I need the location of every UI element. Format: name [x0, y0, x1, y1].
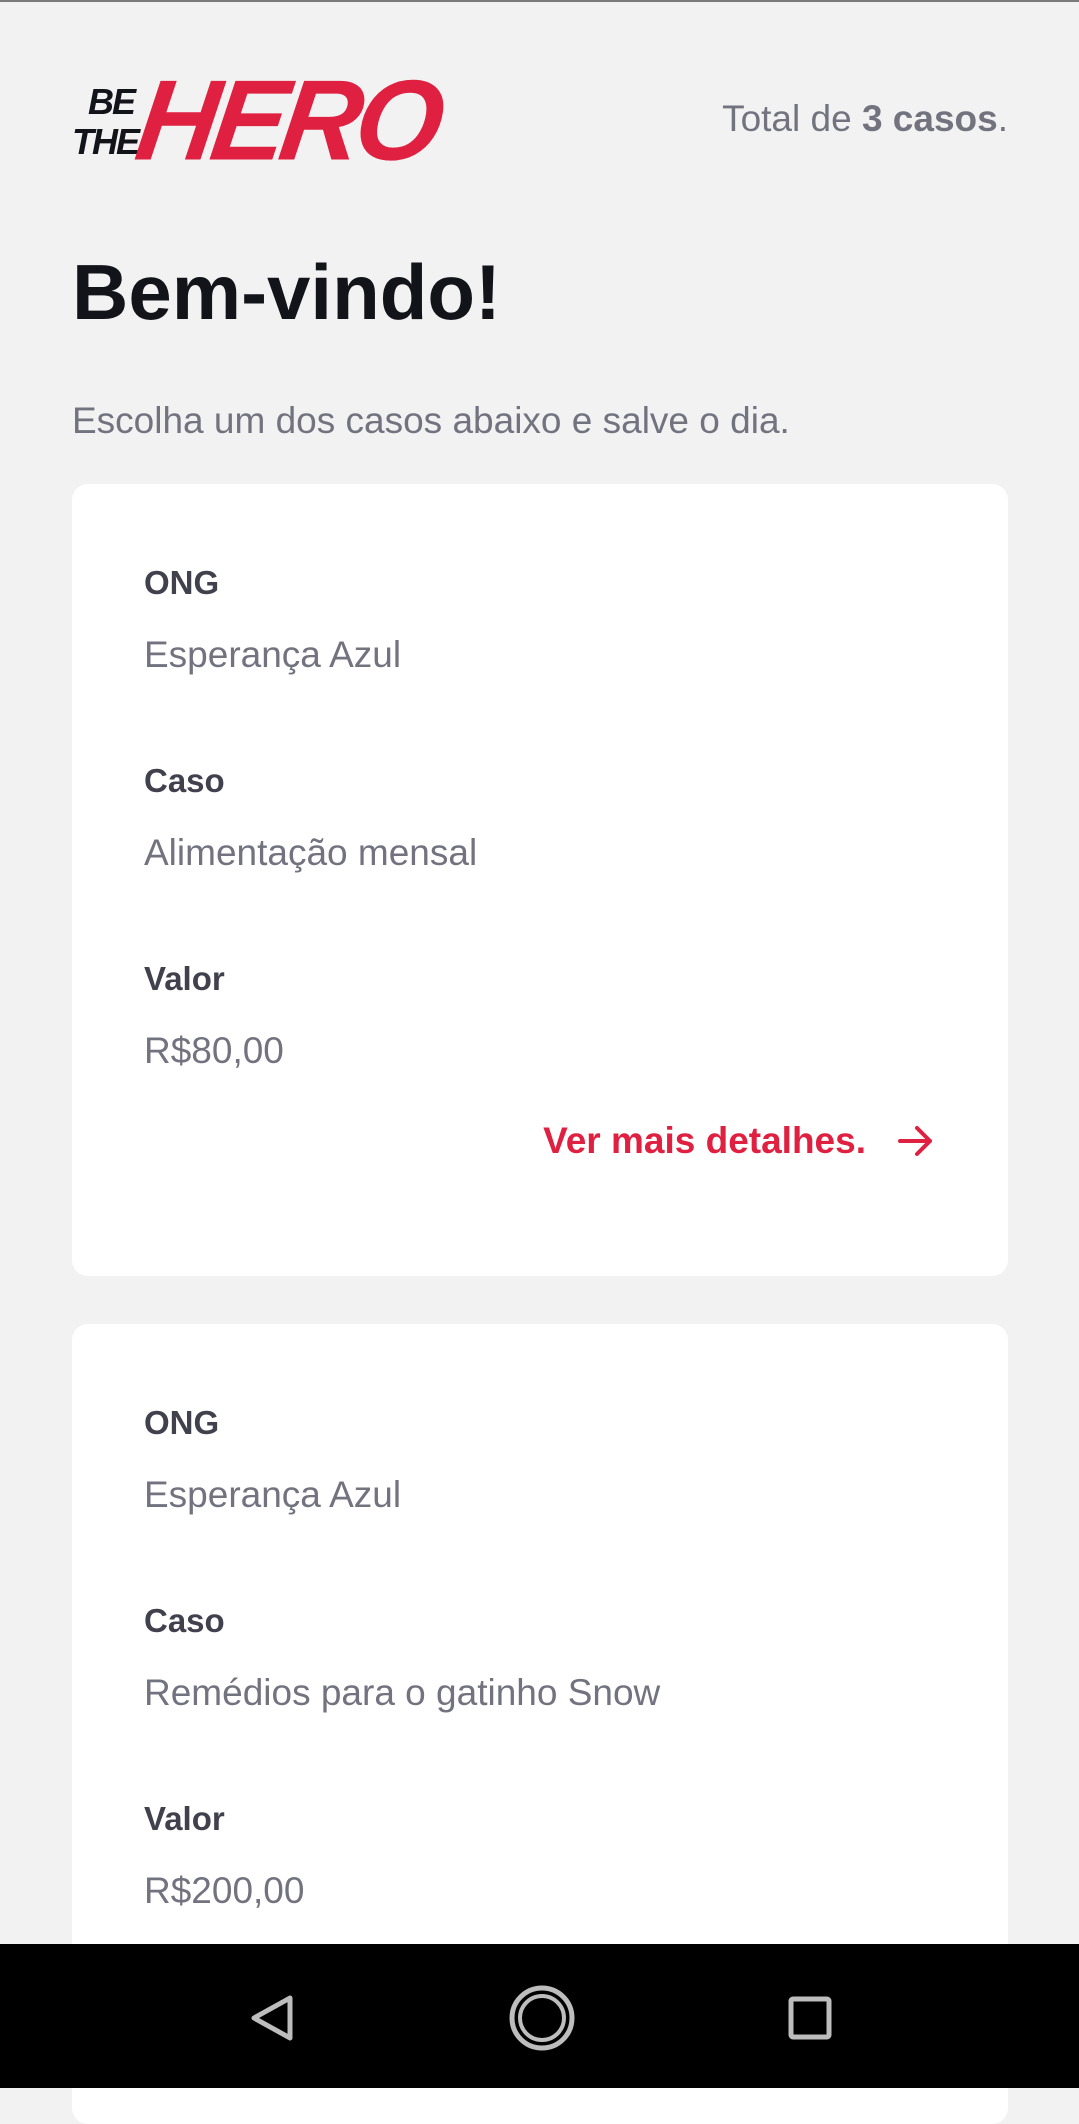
- ong-label: ONG: [144, 564, 220, 601]
- status-hairline: [0, 0, 1079, 2]
- caso-value: Alimentação mensal: [144, 832, 478, 873]
- caso-value: Remédios para o gatinho Snow: [144, 1672, 661, 1713]
- back-triangle-icon[interactable]: [240, 1986, 304, 2050]
- home-circle-icon[interactable]: [508, 1984, 576, 2052]
- recents-square-icon[interactable]: [778, 1986, 842, 2050]
- arrow-right-icon: [896, 1121, 936, 1161]
- be-the-hero-logo: BE THE HERO: [72, 57, 447, 184]
- details-button[interactable]: Ver mais detalhes.: [543, 1120, 936, 1162]
- header: BE THE HERO Total de 3 casos.: [72, 57, 1008, 184]
- total-suffix: .: [997, 98, 1008, 139]
- caso-label: Caso: [144, 762, 225, 799]
- valor-label: Valor: [144, 960, 225, 997]
- ong-value: Esperança Azul: [144, 1474, 402, 1515]
- details-label: Ver mais detalhes.: [543, 1120, 866, 1161]
- valor-label: Valor: [144, 1800, 225, 1837]
- ong-value: Esperança Azul: [144, 634, 402, 675]
- incident-card: ONG Esperança Azul Caso Alimentação mens…: [72, 484, 1008, 1276]
- page-subtitle: Escolha um dos casos abaixo e salve o di…: [72, 400, 790, 441]
- valor-value: R$200,00: [144, 1870, 305, 1911]
- total-prefix: Total de: [722, 98, 862, 139]
- valor-value: R$80,00: [144, 1030, 284, 1071]
- logo-the-text: THE: [72, 121, 140, 162]
- page-title: Bem-vindo!: [72, 248, 501, 336]
- caso-label: Caso: [144, 1602, 225, 1639]
- total-count: 3 casos: [861, 98, 998, 139]
- total-cases: Total de 3 casos.: [722, 98, 1008, 140]
- logo-hero-text: HERO: [129, 56, 447, 185]
- android-navigation-bar: [0, 1944, 1079, 2088]
- ong-label: ONG: [144, 1404, 220, 1441]
- logo-be-text: BE: [88, 81, 136, 122]
